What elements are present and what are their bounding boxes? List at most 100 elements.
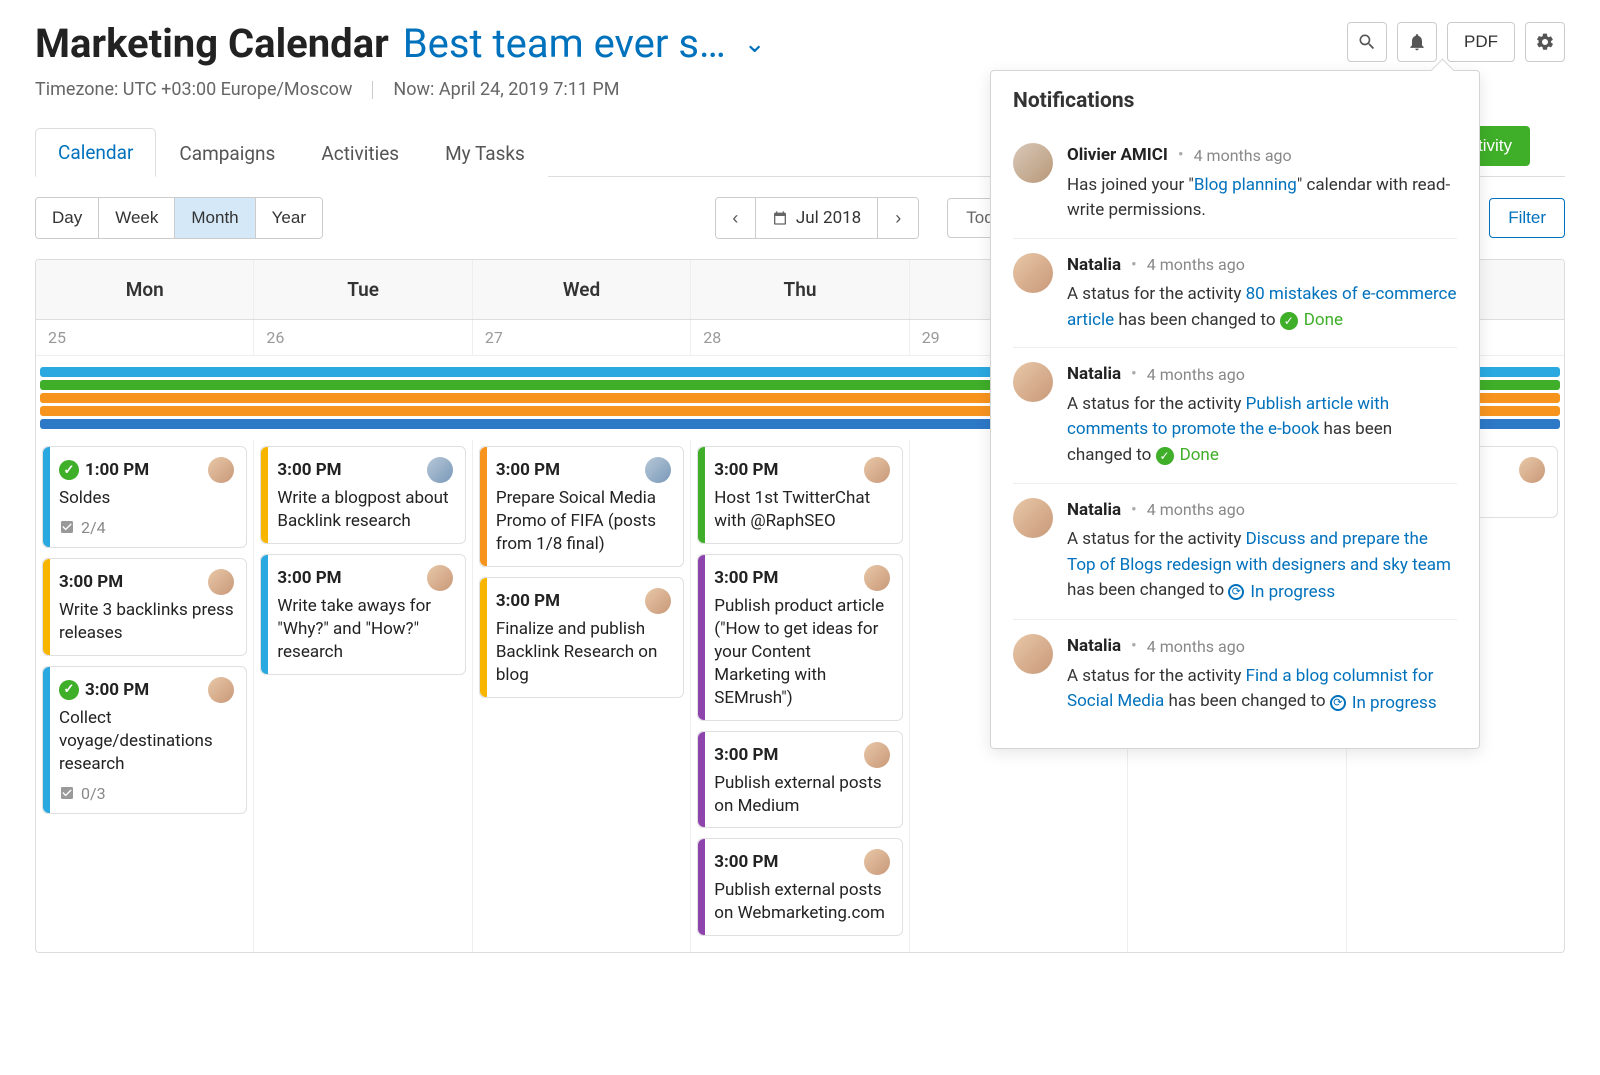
notif-time: 4 months ago bbox=[1194, 144, 1292, 168]
date-cell[interactable]: 26 bbox=[254, 320, 472, 355]
tab-campaigns[interactable]: Campaigns bbox=[156, 129, 298, 177]
check-icon bbox=[59, 680, 79, 700]
bell-icon bbox=[1407, 32, 1427, 52]
card-title: Collect voyage/destinations research bbox=[59, 707, 234, 776]
view-week[interactable]: Week bbox=[99, 198, 175, 238]
avatar bbox=[1013, 634, 1053, 674]
checklist-icon bbox=[59, 785, 75, 801]
notif-time: 4 months ago bbox=[1147, 363, 1245, 387]
date-cell[interactable]: 27 bbox=[473, 320, 691, 355]
view-year[interactable]: Year bbox=[256, 198, 322, 238]
card-title: Host 1st TwitterChat with @RaphSEO bbox=[714, 487, 889, 533]
activity-card[interactable]: 3:00 PM Host 1st TwitterChat with @RaphS… bbox=[697, 446, 902, 544]
tab-calendar[interactable]: Calendar bbox=[35, 128, 156, 177]
activity-card[interactable]: 1:00 PM Soldes2/4 bbox=[42, 446, 247, 548]
avatar bbox=[427, 565, 453, 591]
avatar bbox=[1013, 143, 1053, 183]
day-head-tue: Tue bbox=[254, 260, 472, 319]
view-day[interactable]: Day bbox=[36, 198, 99, 238]
notification-item[interactable]: Natalia • 4 months ago A status for the … bbox=[1013, 620, 1457, 730]
notif-user: Natalia bbox=[1067, 634, 1121, 660]
chevron-left-icon: ‹ bbox=[732, 208, 738, 229]
card-time: 3:00 PM bbox=[714, 745, 778, 765]
notification-item[interactable]: Olivier AMICI • 4 months ago Has joined … bbox=[1013, 129, 1457, 239]
card-time: 3:00 PM bbox=[59, 572, 123, 592]
calendar-icon bbox=[772, 210, 788, 226]
notif-text: has been changed to bbox=[1067, 580, 1228, 600]
notif-time: 4 months ago bbox=[1147, 253, 1245, 277]
date-label-text: Jul 2018 bbox=[796, 208, 861, 228]
notification-item[interactable]: Natalia • 4 months ago A status for the … bbox=[1013, 484, 1457, 621]
avatar bbox=[427, 457, 453, 483]
date-display[interactable]: Jul 2018 bbox=[756, 198, 878, 238]
card-time: 3:00 PM bbox=[496, 460, 560, 480]
page-title: Marketing Calendar bbox=[35, 20, 389, 67]
timezone-label: Timezone: UTC +03:00 Europe/Moscow bbox=[35, 79, 352, 100]
card-title: Finalize and publish Backlink Research o… bbox=[496, 618, 671, 687]
settings-button[interactable] bbox=[1525, 22, 1565, 62]
notif-time: 4 months ago bbox=[1147, 635, 1245, 659]
next-button[interactable]: › bbox=[878, 198, 918, 238]
card-subtasks: 2/4 bbox=[59, 518, 234, 537]
chevron-right-icon: › bbox=[895, 208, 901, 229]
activity-card[interactable]: 3:00 PM Write take aways for "Why?" and … bbox=[260, 554, 465, 675]
tab-activities[interactable]: Activities bbox=[298, 129, 422, 177]
avatar bbox=[864, 457, 890, 483]
avatar bbox=[864, 565, 890, 591]
card-time: 3:00 PM bbox=[496, 591, 560, 611]
day-head-wed: Wed bbox=[473, 260, 691, 319]
prev-button[interactable]: ‹ bbox=[716, 198, 756, 238]
pdf-button[interactable]: PDF bbox=[1447, 22, 1515, 62]
divider bbox=[372, 81, 373, 99]
calendar-column: 1:00 PM Soldes2/4 3:00 PM Write 3 backli… bbox=[36, 440, 254, 952]
card-time: 3:00 PM bbox=[59, 680, 149, 700]
notifications-panel: Notifications Olivier AMICI • 4 months a… bbox=[990, 70, 1480, 749]
activity-card[interactable]: 3:00 PM Prepare Soical Media Promo of FI… bbox=[479, 446, 684, 567]
card-title: Prepare Soical Media Promo of FIFA (post… bbox=[496, 487, 671, 556]
search-button[interactable] bbox=[1347, 22, 1387, 62]
notification-item[interactable]: Natalia • 4 months ago A status for the … bbox=[1013, 348, 1457, 483]
notif-text: A status for the activity bbox=[1067, 666, 1246, 686]
notif-link[interactable]: Blog planning bbox=[1194, 175, 1297, 195]
chevron-down-icon[interactable]: ⌄ bbox=[744, 29, 766, 59]
activity-card[interactable]: 3:00 PM Finalize and publish Backlink Re… bbox=[479, 577, 684, 698]
search-icon bbox=[1357, 32, 1377, 52]
tab-my-tasks[interactable]: My Tasks bbox=[422, 129, 548, 177]
avatar bbox=[864, 849, 890, 875]
card-time: 3:00 PM bbox=[714, 852, 778, 872]
team-selector[interactable]: Best team ever s… bbox=[403, 20, 726, 67]
notification-item[interactable]: Natalia • 4 months ago A status for the … bbox=[1013, 239, 1457, 349]
avatar bbox=[1519, 457, 1545, 483]
card-subtasks: 0/3 bbox=[59, 784, 234, 803]
status-done: ✓Done bbox=[1280, 308, 1343, 334]
activity-card[interactable]: 3:00 PM Write a blogpost about Backlink … bbox=[260, 446, 465, 544]
card-title: Publish product article ("How to get ide… bbox=[714, 595, 889, 710]
avatar bbox=[208, 569, 234, 595]
card-time: 3:00 PM bbox=[277, 460, 341, 480]
activity-card[interactable]: 3:00 PM Publish external posts on Medium bbox=[697, 731, 902, 829]
view-toggle: Day Week Month Year bbox=[35, 197, 323, 239]
view-month[interactable]: Month bbox=[175, 198, 255, 238]
day-head-thu: Thu bbox=[691, 260, 909, 319]
dot-separator: • bbox=[1131, 253, 1137, 279]
notif-text: A status for the activity bbox=[1067, 284, 1246, 304]
card-title: Write 3 backlinks press releases bbox=[59, 599, 234, 645]
filter-button[interactable]: Filter bbox=[1489, 198, 1565, 238]
activity-card[interactable]: 3:00 PM Publish external posts on Webmar… bbox=[697, 838, 902, 936]
notifications-button[interactable] bbox=[1397, 22, 1437, 62]
avatar bbox=[1013, 253, 1053, 293]
calendar-column: 3:00 PM Write a blogpost about Backlink … bbox=[254, 440, 472, 952]
activity-card[interactable]: 3:00 PM Collect voyage/destinations rese… bbox=[42, 666, 247, 814]
card-title: Write take aways for "Why?" and "How?" r… bbox=[277, 595, 452, 664]
status-done: ✓Done bbox=[1156, 443, 1219, 469]
status-in-progress: ⟳In progress bbox=[1228, 580, 1335, 606]
avatar bbox=[208, 457, 234, 483]
date-cell[interactable]: 25 bbox=[36, 320, 254, 355]
notif-text: A status for the activity bbox=[1067, 529, 1246, 549]
avatar bbox=[1013, 498, 1053, 538]
activity-card[interactable]: 3:00 PM Write 3 backlinks press releases bbox=[42, 558, 247, 656]
date-cell[interactable]: 28 bbox=[691, 320, 909, 355]
notif-user: Natalia bbox=[1067, 253, 1121, 279]
activity-card[interactable]: 3:00 PM Publish product article ("How to… bbox=[697, 554, 902, 721]
date-nav: ‹ Jul 2018 › bbox=[715, 197, 919, 239]
